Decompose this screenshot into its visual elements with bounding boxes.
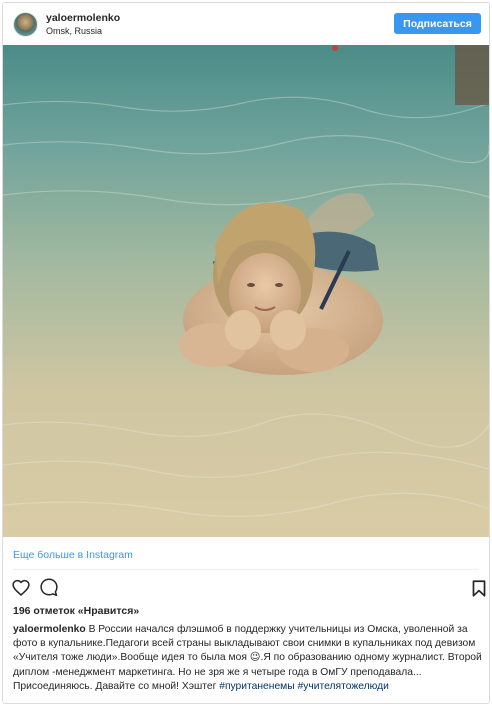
more-on-instagram-link[interactable]: Еще больше в Instagram (13, 549, 133, 561)
instagram-embed-card: yaloermolenko Omsk, Russia Подписаться Е… (2, 2, 490, 704)
bookmark-icon[interactable] (469, 578, 489, 598)
likes-count[interactable]: 196 отметок «Нравится» (13, 605, 139, 617)
user-info: yaloermolenko Omsk, Russia (46, 12, 120, 37)
caption: yaloermolenko В России начался флэшмоб в… (13, 623, 483, 694)
photo-illustration (3, 45, 489, 537)
post-header: yaloermolenko Omsk, Russia Подписаться (3, 3, 489, 45)
heart-outline-icon[interactable] (11, 577, 31, 597)
avatar[interactable] (13, 11, 38, 37)
comment-bubble-icon[interactable] (39, 577, 59, 597)
divider (13, 569, 479, 570)
hashtag-puritane[interactable]: #пуританенемы (219, 681, 294, 692)
hashtag-teachers[interactable]: #учителятожелюди (298, 681, 389, 692)
location[interactable]: Omsk, Russia (46, 25, 120, 37)
post-photo[interactable] (3, 45, 489, 537)
username[interactable]: yaloermolenko (46, 12, 120, 24)
caption-username[interactable]: yaloermolenko (13, 624, 86, 635)
follow-button[interactable]: Подписаться (394, 13, 481, 34)
